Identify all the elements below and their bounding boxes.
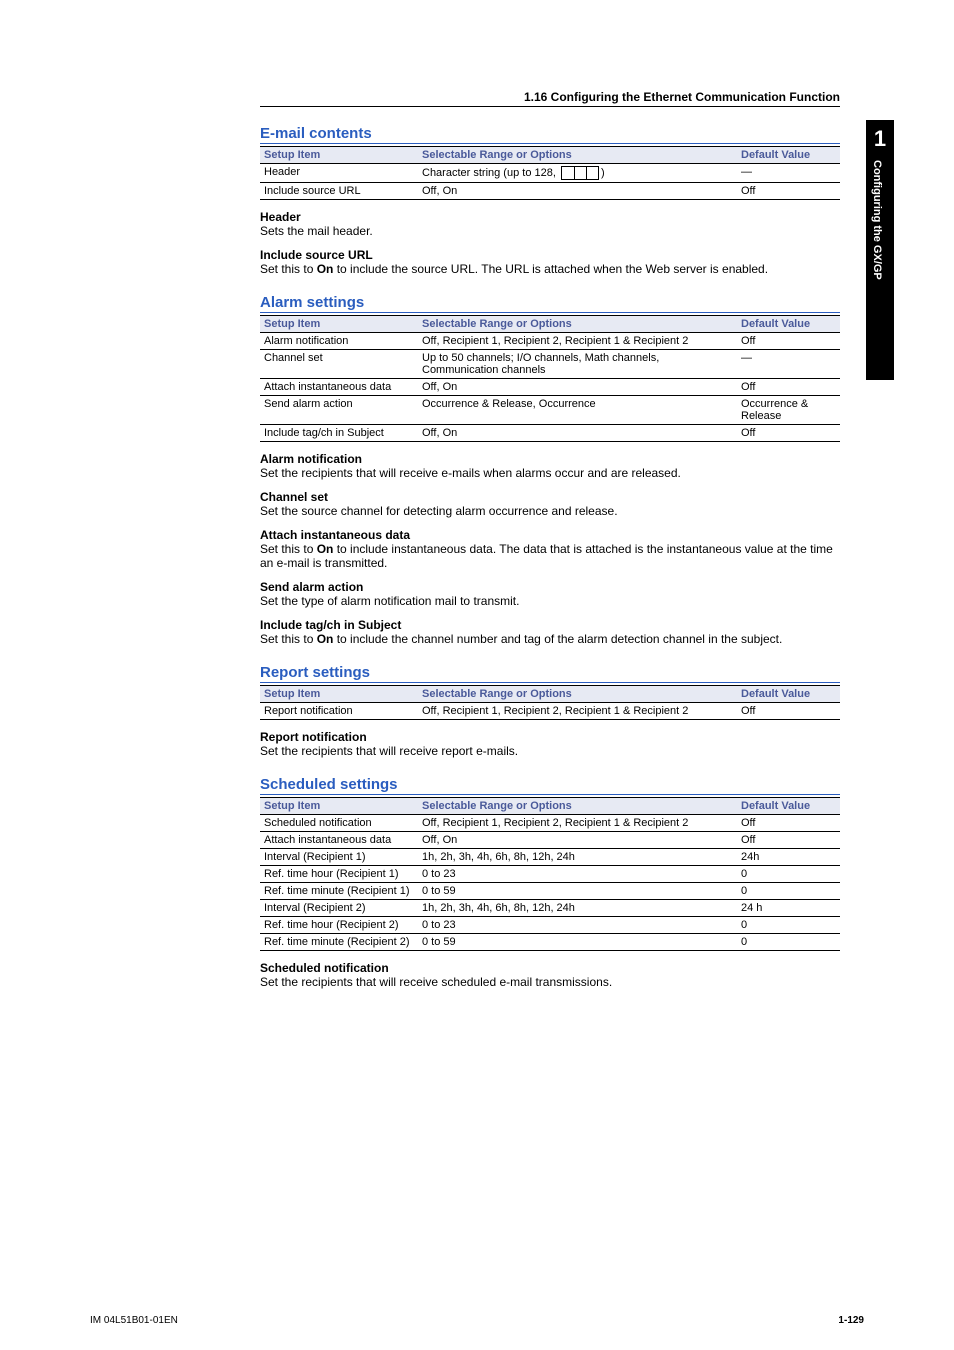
- col-options: Selectable Range or Options: [418, 798, 737, 815]
- desc-head: Send alarm action: [260, 580, 840, 594]
- section-title-alarm: Alarm settings: [260, 294, 840, 313]
- footer-doc-id: IM 04L51B01-01EN: [90, 1315, 178, 1326]
- table-row: Ref. time minute (Recipient 1)0 to 590: [260, 883, 840, 900]
- desc-body: Sets the mail header.: [260, 224, 840, 238]
- table-row: Interval (Recipient 1)1h, 2h, 3h, 4h, 6h…: [260, 849, 840, 866]
- col-default: Default Value: [737, 147, 840, 164]
- scheduled-table: Setup Item Selectable Range or Options D…: [260, 797, 840, 951]
- alarm-table: Setup Item Selectable Range or Options D…: [260, 315, 840, 442]
- desc-body: Set the recipients that will receive sch…: [260, 975, 840, 989]
- desc-body: Set the recipients that will receive e-m…: [260, 466, 840, 480]
- table-row: Header Character string (up to 128, ) ―: [260, 164, 840, 183]
- table-row: Interval (Recipient 2)1h, 2h, 3h, 4h, 6h…: [260, 900, 840, 917]
- table-row: Alarm notificationOff, Recipient 1, Reci…: [260, 333, 840, 350]
- desc-body: Set this to On to include instantaneous …: [260, 542, 840, 570]
- desc-head: Include tag/ch in Subject: [260, 618, 840, 632]
- desc-body: Set this to On to include the source URL…: [260, 262, 840, 276]
- col-setup-item: Setup Item: [260, 798, 418, 815]
- char-box-icon: [561, 166, 599, 180]
- col-default: Default Value: [737, 686, 840, 703]
- desc-head: Report notification: [260, 730, 840, 744]
- section-title-scheduled: Scheduled settings: [260, 776, 840, 795]
- desc-body: Set the type of alarm notification mail …: [260, 594, 840, 608]
- desc-body: Set the recipients that will receive rep…: [260, 744, 840, 758]
- table-row: Attach instantaneous dataOff, OnOff: [260, 379, 840, 396]
- chapter-label: Configuring the GX/GP: [871, 160, 883, 280]
- table-row: Include source URL Off, On Off: [260, 183, 840, 200]
- section-title-email: E-mail contents: [260, 125, 840, 144]
- col-options: Selectable Range or Options: [418, 316, 737, 333]
- col-default: Default Value: [737, 798, 840, 815]
- table-row: Ref. time hour (Recipient 2)0 to 230: [260, 917, 840, 934]
- col-setup-item: Setup Item: [260, 316, 418, 333]
- table-row: Ref. time hour (Recipient 1)0 to 230: [260, 866, 840, 883]
- desc-body: Set this to On to include the channel nu…: [260, 632, 840, 646]
- table-row: Ref. time minute (Recipient 2)0 to 590: [260, 934, 840, 951]
- table-row: Report notificationOff, Recipient 1, Rec…: [260, 703, 840, 720]
- col-setup-item: Setup Item: [260, 686, 418, 703]
- table-row: Scheduled notificationOff, Recipient 1, …: [260, 815, 840, 832]
- desc-head: Header: [260, 210, 840, 224]
- section-title-report: Report settings: [260, 664, 840, 683]
- col-options: Selectable Range or Options: [418, 686, 737, 703]
- side-tab: 1 Configuring the GX/GP: [866, 120, 894, 380]
- col-options: Selectable Range or Options: [418, 147, 737, 164]
- desc-head: Channel set: [260, 490, 840, 504]
- desc-head: Include source URL: [260, 248, 840, 262]
- page-content: 1.16 Configuring the Ethernet Communicat…: [260, 90, 840, 991]
- footer-page-number: 1-129: [838, 1315, 864, 1326]
- table-row: Include tag/ch in SubjectOff, OnOff: [260, 425, 840, 442]
- table-row: Attach instantaneous dataOff, OnOff: [260, 832, 840, 849]
- desc-body: Set the source channel for detecting ala…: [260, 504, 840, 518]
- col-setup-item: Setup Item: [260, 147, 418, 164]
- table-row: Send alarm actionOccurrence & Release, O…: [260, 396, 840, 425]
- desc-head: Alarm notification: [260, 452, 840, 466]
- desc-head: Attach instantaneous data: [260, 528, 840, 542]
- breadcrumb: 1.16 Configuring the Ethernet Communicat…: [260, 90, 840, 107]
- email-table: Setup Item Selectable Range or Options D…: [260, 146, 840, 200]
- col-default: Default Value: [737, 316, 840, 333]
- page-footer: IM 04L51B01-01EN 1-129: [90, 1315, 864, 1326]
- chapter-number: 1: [866, 120, 894, 152]
- desc-head: Scheduled notification: [260, 961, 840, 975]
- table-row: Channel setUp to 50 channels; I/O channe…: [260, 350, 840, 379]
- report-table: Setup Item Selectable Range or Options D…: [260, 685, 840, 720]
